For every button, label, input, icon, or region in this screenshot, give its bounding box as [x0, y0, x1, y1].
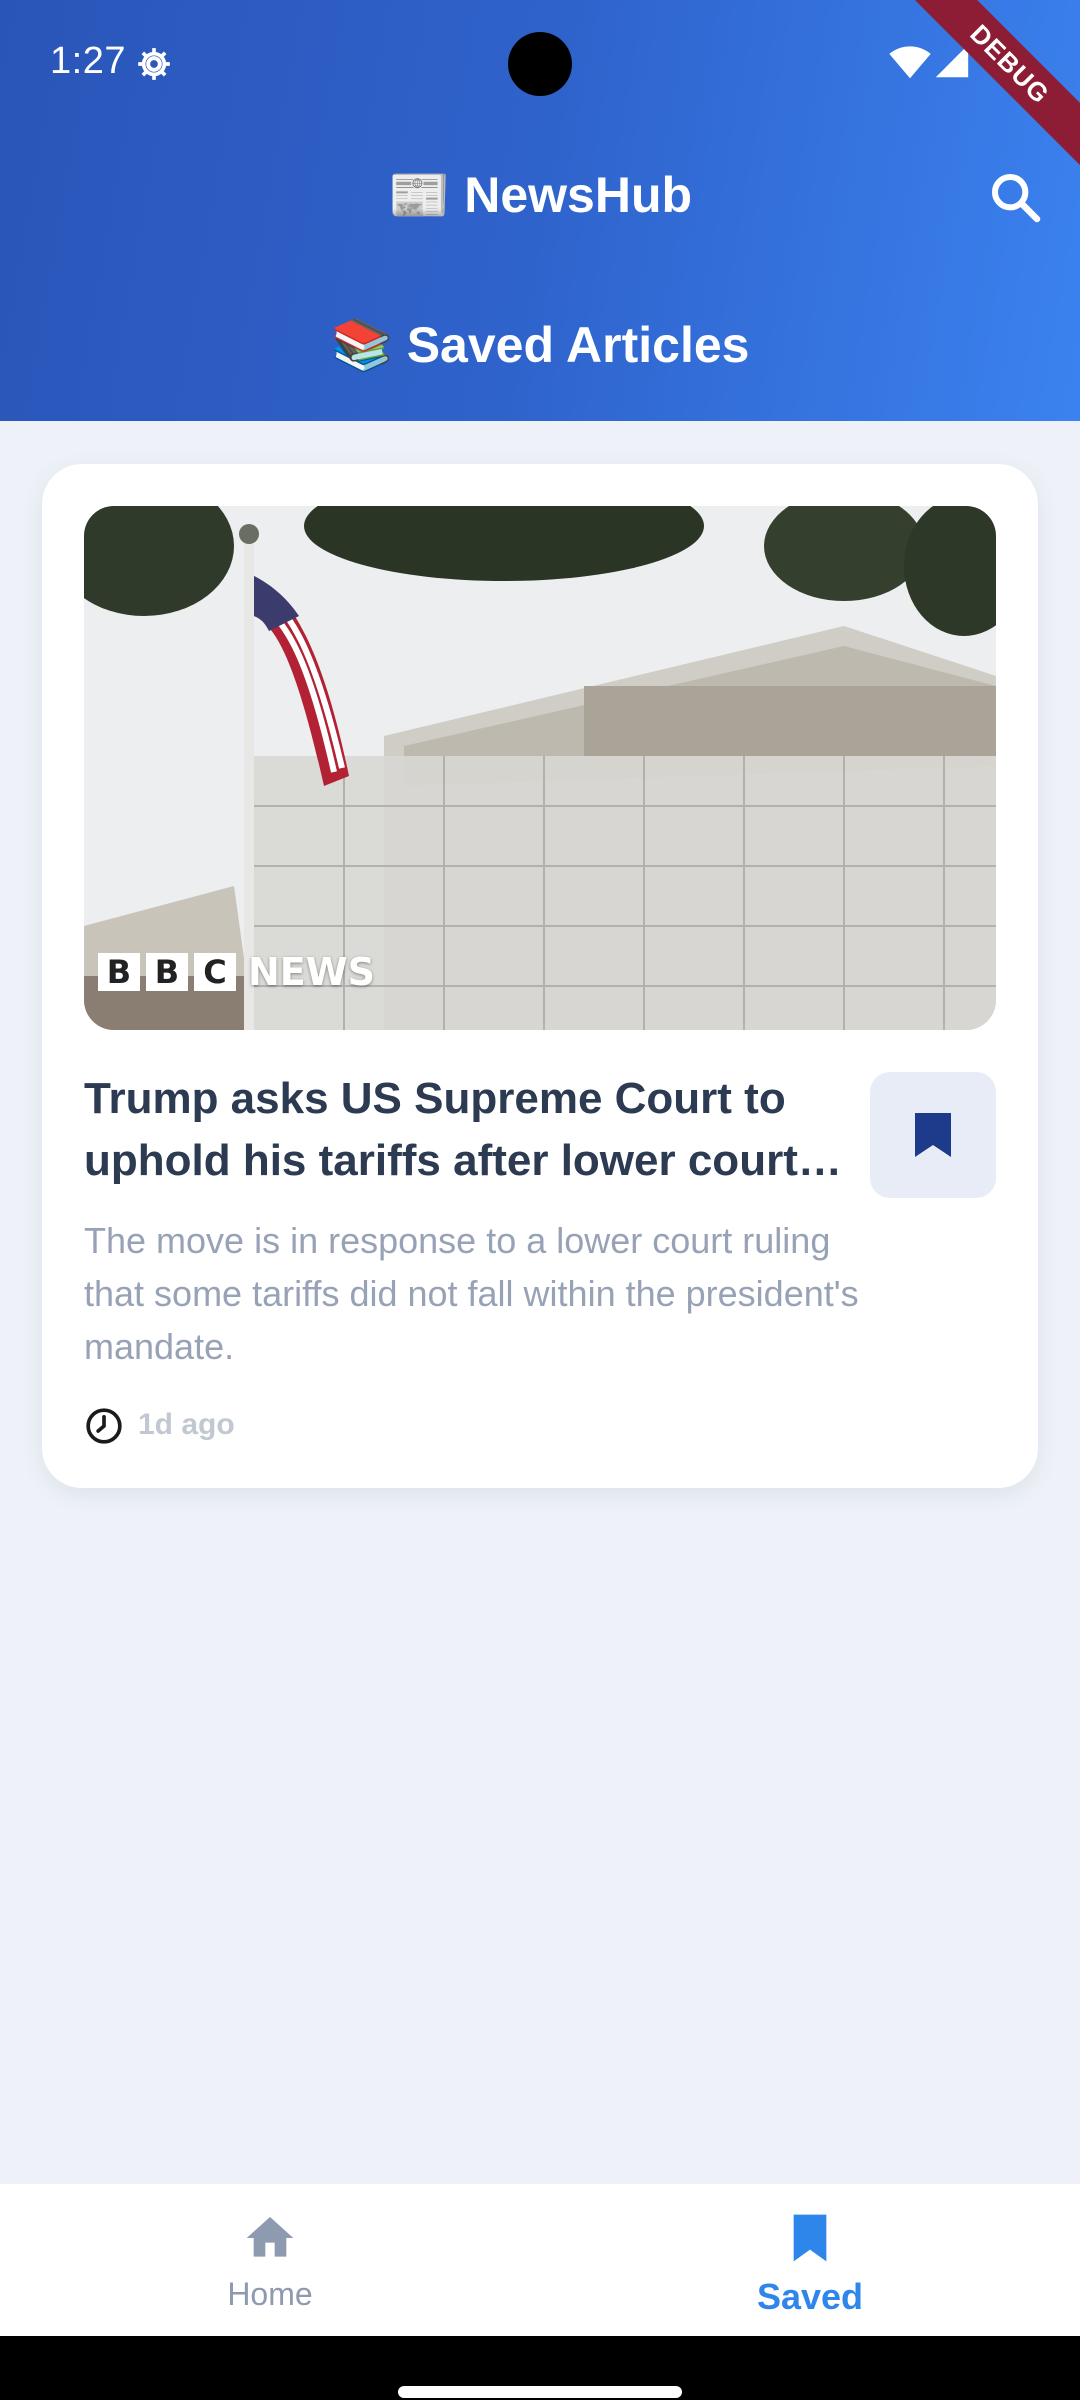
bbc-logo-news: NEWS [248, 950, 376, 994]
app-title: 📰 NewsHub [0, 166, 1080, 225]
nav-item-saved[interactable]: Saved [540, 2184, 1080, 2336]
gesture-handle[interactable] [398, 2386, 682, 2398]
bookmark-button[interactable] [870, 1072, 996, 1198]
bbc-logo-letter: B [146, 953, 188, 991]
search-icon[interactable] [988, 170, 1044, 226]
newspaper-icon: 📰 [387, 166, 451, 224]
bbc-news-logo: B B C NEWS [98, 950, 375, 994]
status-bar: 1:27 [0, 0, 1080, 130]
bbc-logo-letter: C [194, 953, 236, 991]
status-time: 1:27 [50, 40, 126, 82]
article-description: The move is in response to a lower court… [84, 1220, 859, 1367]
nav-label-home: Home [227, 2276, 313, 2312]
section-title-text: Saved Articles [406, 317, 750, 373]
wifi-icon [889, 46, 931, 79]
nav-item-home[interactable]: Home [0, 2184, 540, 2336]
article-time: 1d ago [138, 1408, 235, 1441]
app-header: 1:27 DEBUG 📰 NewsHub 📚 Saved Articles [0, 0, 1080, 421]
article-title[interactable]: Trump asks US Supreme Court to uphold hi… [84, 1068, 864, 1192]
books-icon: 📚 [330, 317, 393, 373]
bookmark-icon [793, 2214, 827, 2262]
clock-icon [86, 1408, 122, 1444]
article-card[interactable]: B B C NEWS Trump asks US Supreme Court t… [42, 464, 1038, 1488]
bottom-navigation: Home Saved [0, 2184, 1080, 2336]
camera-cutout [508, 32, 572, 96]
article-image: B B C NEWS [84, 506, 996, 1030]
bbc-logo-letter: B [98, 953, 140, 991]
nav-label-saved: Saved [756, 2276, 864, 2317]
app-name: NewsHub [464, 167, 693, 223]
section-title: 📚 Saved Articles [0, 316, 1080, 375]
settings-gear-icon [138, 48, 170, 80]
bookmark-filled-icon [915, 1113, 951, 1157]
home-icon [246, 2217, 294, 2257]
